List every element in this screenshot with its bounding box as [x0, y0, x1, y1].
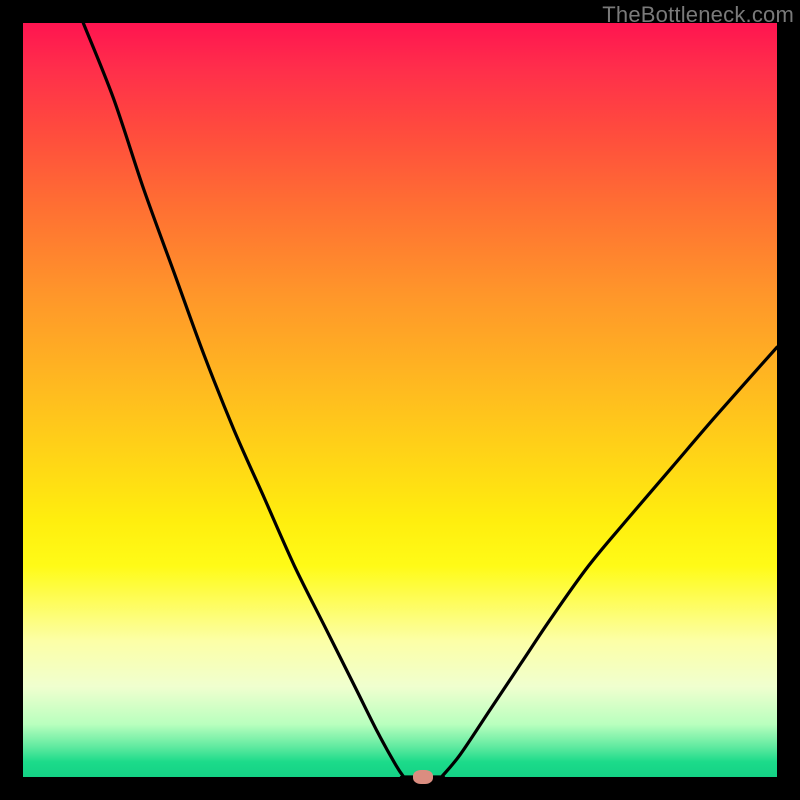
chart-frame: TheBottleneck.com [0, 0, 800, 800]
bottleneck-curve [23, 23, 777, 777]
watermark-text: TheBottleneck.com [602, 2, 794, 28]
plot-area [23, 23, 777, 777]
bottleneck-marker-icon [413, 770, 433, 784]
